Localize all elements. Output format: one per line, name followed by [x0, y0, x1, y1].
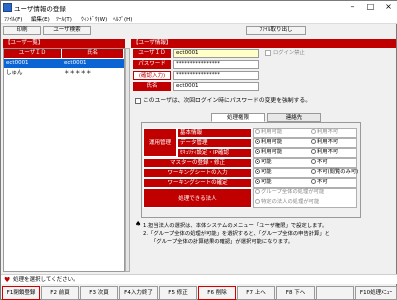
menu-window[interactable]: ｳｨﾝﾄﾞｳ(W)	[81, 15, 107, 23]
function-key-bar: F1閉鎖登録 F2 前頁 F3 次頁 F4入力終了 F5 修正 F6 削除 F7…	[1, 285, 397, 300]
status-bar: ♥ 処理を選択してください。	[1, 274, 397, 284]
status-message: 処理を選択してください。	[13, 277, 79, 283]
f5-button[interactable]: F5 修正	[159, 286, 197, 300]
user-id-field[interactable]: ect0001	[173, 49, 259, 58]
password-confirm-field[interactable]: ****************	[173, 71, 259, 80]
app-icon	[3, 3, 12, 12]
toolbar: 印刷 ユーザ検索 ﾌｧｲﾙ取り出し	[1, 25, 397, 36]
user-search-button[interactable]: ユーザ検索	[43, 26, 91, 35]
basic-info-deny[interactable]: 利用不可	[311, 128, 338, 137]
file-import-button[interactable]: ﾌｧｲﾙ取り出し	[246, 26, 306, 35]
name-field[interactable]: ect0001	[173, 82, 259, 91]
password-field[interactable]: ****************	[173, 60, 259, 69]
menu-bar: ﾌｧｲﾙ(F) 編集(E) ﾂｰﾙ(T) ｳｨﾝﾄﾞｳ(W) ﾍﾙﾌﾟ(H)	[1, 14, 397, 24]
col-header-name[interactable]: 氏名	[62, 49, 124, 58]
login-ban-label: ログイン禁止	[273, 50, 305, 56]
note-line-2: 2.「グループ全体の処理が可能」を選択すると、「グループ全体の申告計算」と	[143, 231, 330, 237]
ws-input-cannot-view[interactable]: 不可(閲覧のみ可)	[311, 168, 358, 177]
ops-category-label: 運用管理	[143, 128, 177, 157]
user-id-label: ユーザＩＤ	[133, 49, 171, 58]
corp-label: 処理できる法人	[143, 188, 252, 208]
ws-confirm-cannot[interactable]: 不可	[311, 178, 328, 187]
list-item[interactable]: しゅん ＊＊＊＊＊	[4, 69, 124, 78]
f7-button[interactable]: F7 上へ	[237, 286, 275, 300]
menu-edit[interactable]: 編集(E)	[31, 15, 50, 23]
col-header-user-id[interactable]: ユーザＩＤ	[4, 49, 62, 58]
maximize-icon[interactable]: □	[364, 1, 377, 14]
ws-confirm-can[interactable]: 可能	[255, 178, 272, 187]
force-pw-change-label: このユーザは、次回ログイン時にパスワードの変更を強制する。	[143, 98, 311, 104]
user-info-title: 【ユーザ情報】	[131, 39, 396, 48]
f1-button[interactable]: F1閉鎖登録	[2, 286, 40, 300]
security-deny[interactable]: 利用不可	[311, 148, 338, 157]
force-pw-change-checkbox[interactable]	[135, 98, 141, 104]
data-mgmt-label: データ管理	[177, 138, 252, 148]
list-item-id: ect0001	[6, 60, 29, 66]
ws-input-can[interactable]: 可能	[255, 168, 272, 177]
menu-help[interactable]: ﾍﾙﾌﾟ(H)	[113, 15, 132, 23]
list-item-name: ＊＊＊＊＊	[64, 70, 92, 76]
basic-info-label: 基本情報	[177, 128, 252, 138]
user-list-title: 【ユーザ一覧】	[3, 39, 125, 48]
note-line-3: 「グループ全体の計算結果の確認」が選択可能になります。	[151, 239, 294, 245]
confirm-label: (確認入力)	[133, 71, 171, 80]
basic-info-allow[interactable]: 利用可能	[255, 128, 282, 137]
master-can[interactable]: 可能	[255, 158, 272, 167]
f6-button[interactable]: F6 削除	[198, 286, 236, 300]
f9-button[interactable]	[316, 286, 354, 300]
list-scrollbar[interactable]	[125, 48, 130, 272]
name-label: 氏名	[133, 82, 171, 91]
user-list[interactable]: ユーザＩＤ 氏名 ect0001 ect0001 しゅん ＊＊＊＊＊	[3, 48, 125, 272]
list-item[interactable]: ect0001 ect0001	[4, 59, 124, 68]
data-mgmt-deny[interactable]: 利用不可	[311, 138, 338, 147]
f10-button[interactable]: F10処理ﾒﾆｭｰ	[355, 286, 397, 300]
app-window: ユーザ情報の登録 – □ × ﾌｧｲﾙ(F) 編集(E) ﾂｰﾙ(T) ｳｨﾝﾄ…	[0, 0, 397, 300]
ws-input-label: ワーキングシートの入力	[143, 168, 252, 178]
print-button[interactable]: 印刷	[3, 26, 41, 35]
master-label: マスターの登録・修正	[143, 158, 252, 168]
data-mgmt-allow[interactable]: 利用可能	[255, 138, 282, 147]
note-line-1: 1.担当法人の選択は、本体システムのメニュー「ユーザ権限」で設定します。	[143, 223, 328, 229]
corp-all-option[interactable]: グループ全体の処理が可能	[255, 188, 324, 197]
window-title: ユーザ情報の登録	[14, 5, 66, 13]
title-bar: ユーザ情報の登録 – □ ×	[1, 1, 397, 14]
f4-button[interactable]: F4入力終了	[119, 286, 158, 300]
heart-icon: ♥	[4, 276, 11, 284]
spade-icon: ♠	[135, 220, 142, 228]
list-item-name: ect0001	[64, 60, 87, 66]
f2-button[interactable]: F2 前頁	[41, 286, 79, 300]
corp-specific-option[interactable]: 特定の法人の処理が可能	[255, 198, 319, 207]
menu-tools[interactable]: ﾂｰﾙ(T)	[56, 15, 72, 23]
menu-file[interactable]: ﾌｧｲﾙ(F)	[4, 15, 22, 23]
f8-button[interactable]: F8 下へ	[276, 286, 315, 300]
password-label: パスワード	[133, 60, 171, 69]
tab-contact[interactable]: 連絡先	[267, 113, 321, 122]
close-icon[interactable]: ×	[382, 1, 395, 14]
login-ban-checkbox[interactable]	[265, 50, 271, 56]
minimize-icon[interactable]: –	[346, 1, 359, 14]
security-allow[interactable]: 利用可能	[255, 148, 282, 157]
f3-button[interactable]: F3 次頁	[80, 286, 118, 300]
tab-permissions[interactable]: 処理権限	[211, 113, 265, 122]
ws-confirm-label: ワーキングシートの確定	[143, 178, 252, 188]
security-label: ｾｷｭﾘﾃｨ設定・IP確認	[177, 148, 252, 158]
list-item-id: しゅん	[6, 70, 23, 76]
master-cannot[interactable]: 不可	[311, 158, 328, 167]
